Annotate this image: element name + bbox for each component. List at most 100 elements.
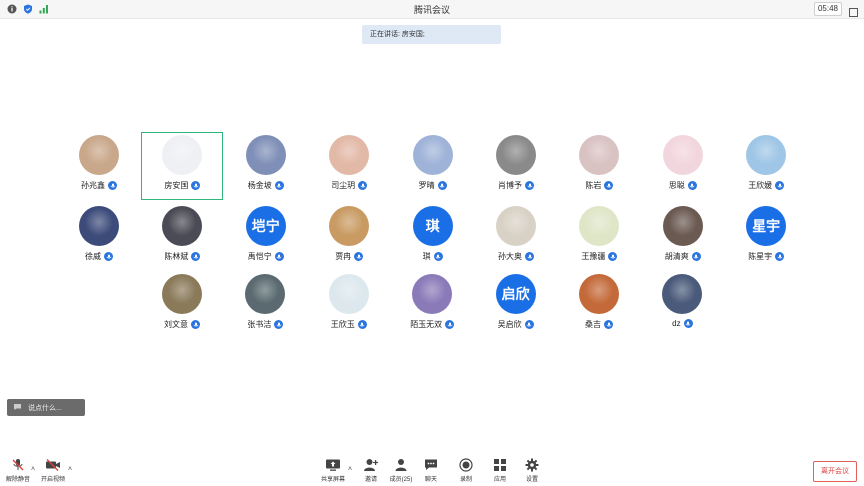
participant-tile[interactable]: 启欣 吴启欣 [476,272,556,338]
apps-grid-icon [492,458,508,472]
participant-name: 王欣媛 [748,181,773,190]
participant-tile[interactable]: 星宇 陈星宇 [726,204,806,270]
participant-tile[interactable]: 垲宁 禹恺宁 [226,204,306,270]
participant-tile[interactable]: 杨金坡 [226,133,306,199]
video-camera-off-icon [45,458,61,472]
start-video-label: 开启视频 [40,477,65,483]
participant-tile[interactable]: 房安国 [141,132,224,200]
participant-tile[interactable]: 孙大奥 [476,204,556,270]
participant-name-row: 吴启欣 [476,319,556,330]
microphone-muted-icon [10,458,26,472]
avatar: 琪 [412,206,453,246]
avatar [328,274,369,314]
participant-name-row: 孙大奥 [476,251,556,262]
participant-name: 思聪 [668,181,685,190]
participant-name-row: 房安国 [142,180,222,191]
participant-tile[interactable]: 罗晴 [393,133,473,199]
video-options-chevron-icon[interactable]: ˄ [68,466,72,473]
participant-tile[interactable]: 胡清爽 [643,204,723,270]
chat-label: 聊天 [424,477,437,483]
participant-tile[interactable]: 桑吉 [559,272,639,338]
microphone-status-icon [604,181,614,190]
audio-options-chevron-icon[interactable]: ˄ [31,466,35,473]
participant-tile[interactable]: 肖博予 [476,133,556,199]
avatar [245,135,286,175]
start-video-button[interactable]: 开启视频 [37,458,69,484]
avatar [79,206,119,246]
unmute-button[interactable]: 解除静音 [2,458,34,484]
microphone-status-icon [775,252,785,261]
participant-name: 桑吉 [585,320,601,329]
avatar [162,274,202,314]
avatar [579,206,620,246]
settings-button[interactable]: 设置 [516,458,548,484]
share-screen-button[interactable]: 共享屏幕 [317,458,349,484]
participant-tile[interactable]: 刘文意 [142,272,222,338]
participant-tile[interactable]: 张书洁 [225,272,305,338]
participant-name-row: 胡清爽 [643,251,723,262]
participant-name-row: 桑吉 [559,319,639,330]
participant-name-row: 思聪 [643,180,723,191]
apps-button[interactable]: 应用 [484,458,516,484]
gear-icon [524,458,540,472]
avatar [162,206,203,246]
microphone-status-icon [691,252,701,261]
chat-quick-input[interactable]: 说点什么... [7,399,85,416]
microphone-status-icon [445,320,455,329]
participant-tile[interactable]: 贾冉 [309,204,389,270]
participant-name: 贾冉 [335,252,352,261]
chat-button[interactable]: 聊天 [415,458,447,484]
microphone-status-icon [274,320,284,329]
invite-button[interactable]: 邀请 [355,458,387,484]
avatar [329,206,370,246]
members-button[interactable]: 成员(25) [385,458,417,484]
microphone-status-icon [433,252,443,261]
participant-name: 罗晴 [418,181,435,190]
participant-name-row: 王豫疆 [559,251,639,262]
members-label: 成员(25) [389,477,413,483]
participant-tile[interactable]: dz [642,272,722,338]
chat-icon [423,458,439,472]
participant-name-row: 肖博予 [476,180,556,191]
participant-name: 司尘玥 [331,181,356,190]
avatar [662,135,703,175]
participant-tile[interactable]: 陈林斌 [142,204,222,270]
participant-name: 徐威 [85,252,101,261]
microphone-status-icon [108,181,117,190]
share-options-chevron-icon[interactable]: ˄ [348,466,352,473]
participant-name: 杨金坡 [247,181,272,190]
participant-tile[interactable]: 王豫疆 [559,204,639,270]
participant-tile[interactable]: 孙兆鑫 [59,133,139,199]
participant-name: 刘文意 [164,320,188,329]
participant-name: 吴启欣 [497,320,522,329]
participant-tile[interactable]: 司尘玥 [309,133,389,199]
microphone-status-icon [683,319,693,328]
participant-name: 陈林斌 [164,252,189,261]
participant-tile[interactable]: 琪琪 [393,204,473,270]
avatar [329,135,370,175]
microphone-status-icon [104,252,113,261]
avatar: 启欣 [495,274,536,314]
record-icon [458,458,474,472]
leave-meeting-button[interactable]: 离开会议 [813,461,857,482]
participant-tile[interactable]: 思聪 [643,133,723,199]
participant-tile[interactable]: 陌玉无双 [392,272,472,338]
participant-tile[interactable]: 王欣玉 [309,272,389,338]
avatar [579,135,620,175]
participant-name-row: 徐威 [59,251,139,262]
microphone-status-icon [354,252,364,261]
microphone-status-icon [191,181,201,190]
participant-tile[interactable]: 陈岩 [559,133,639,199]
microphone-status-icon [608,252,618,261]
participant-name: 肖博予 [498,181,522,190]
participant-name-row: 王欣媛 [726,180,806,191]
microphone-status-icon [525,181,534,190]
participant-name-row: 琪 [393,251,473,262]
participant-name: dz [672,319,681,328]
chat-quick-input-placeholder: 说点什么... [28,404,62,412]
participant-tile[interactable]: 徐威 [59,204,139,270]
participant-tile[interactable]: 王欣媛 [726,133,806,199]
participant-name-row: 司尘玥 [309,180,389,191]
record-button[interactable]: 录制 [450,458,482,484]
participant-name-row: 禹恺宁 [226,251,306,262]
